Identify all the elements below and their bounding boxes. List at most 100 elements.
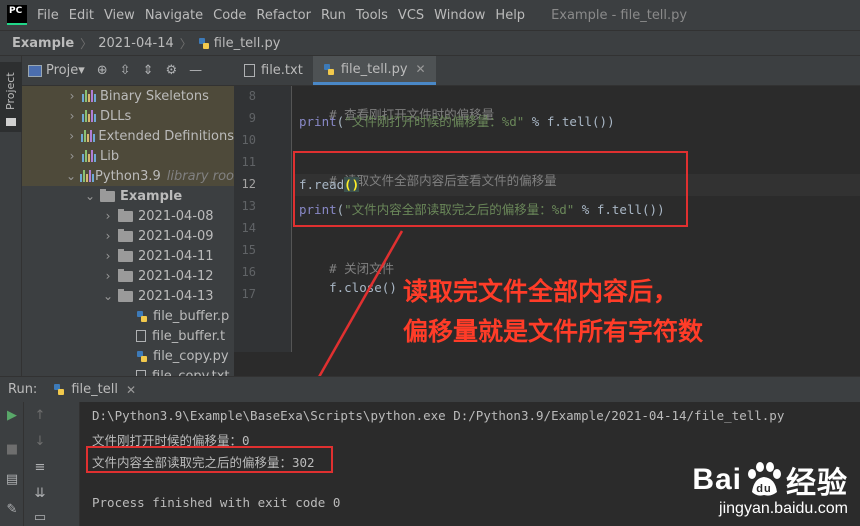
tree-item-label: Binary Skeletons — [100, 88, 209, 104]
code-highlight-box — [293, 151, 688, 227]
line-number: 9 — [248, 111, 256, 125]
line-number: 13 — [241, 199, 256, 213]
layout-icon[interactable]: ▤ — [2, 472, 22, 487]
collapse-all-icon[interactable]: ⇕ — [143, 63, 154, 78]
chevron-right-icon[interactable]: › — [102, 269, 114, 283]
menu-vcs[interactable]: VCS — [398, 8, 424, 23]
editor-gutter: 8 9 10 11 12 13 14 15 16 17 — [234, 86, 292, 352]
project-tool-window-button[interactable]: Project — [0, 62, 22, 132]
menu-run[interactable]: Run — [321, 8, 346, 23]
chevron-right-icon[interactable]: › — [102, 229, 114, 243]
tree-item-label: Example — [120, 188, 183, 204]
breadcrumb-project[interactable]: Example — [12, 36, 74, 51]
chevron-down-icon[interactable]: ⌄ — [102, 289, 114, 303]
tree-item-label: file_copy.py — [153, 348, 229, 364]
line-number: 16 — [241, 265, 256, 279]
console-exit: Process finished with exit code 0 — [92, 495, 341, 510]
menu-view[interactable]: View — [104, 8, 135, 23]
chevron-down-icon[interactable]: ⌄ — [66, 169, 76, 183]
tree-item[interactable]: file_copy.py — [22, 346, 234, 366]
tree-item-label: 2021-04-11 — [138, 248, 214, 264]
code-text: f.close() — [329, 280, 397, 295]
console-command: D:\Python3.9\Example\BaseExa\Scripts\pyt… — [92, 408, 785, 423]
tree-item[interactable]: file_copy.txt — [22, 366, 234, 376]
menu-edit[interactable]: Edit — [69, 8, 94, 23]
stop-icon[interactable]: ■ — [2, 442, 22, 457]
tree-item[interactable]: › 2021-04-08 — [22, 206, 234, 226]
tree-item[interactable]: › DLLs — [22, 106, 234, 126]
python-file-icon — [137, 350, 147, 362]
folder-icon — [118, 268, 133, 282]
soft-wrap-icon[interactable]: ≡ — [30, 460, 50, 475]
tree-item[interactable]: › 2021-04-09 — [22, 226, 234, 246]
chevron-down-icon[interactable]: ⌄ — [84, 189, 96, 203]
tab-file-tell-py[interactable]: file_tell.py ✕ — [312, 56, 436, 85]
output-highlight-box — [86, 446, 333, 473]
menu-navigate[interactable]: Navigate — [145, 8, 203, 23]
tree-item-label: 2021-04-09 — [138, 228, 214, 244]
scroll-down-icon[interactable]: ↓ — [30, 434, 50, 449]
breadcrumb-separator-icon: 〉 — [179, 36, 192, 51]
scroll-to-end-icon[interactable]: ⇊ — [30, 486, 50, 501]
tree-item[interactable]: › Extended Definitions — [22, 126, 234, 146]
locate-icon[interactable]: ⊕ — [97, 63, 108, 78]
project-view-selector[interactable]: Proje▾ — [46, 63, 85, 78]
tab-label: file_tell.py — [340, 61, 408, 77]
tree-item[interactable]: › 2021-04-11 — [22, 246, 234, 266]
run-tab-label: file_tell — [71, 382, 118, 397]
chevron-right-icon[interactable]: › — [66, 89, 78, 103]
tree-item[interactable]: file_buffer.t — [22, 326, 234, 346]
watermark-paw-text: du — [756, 483, 771, 495]
breadcrumb-file[interactable]: file_tell.py — [214, 36, 281, 51]
menu-code[interactable]: Code — [213, 8, 246, 23]
library-icon — [82, 150, 96, 162]
project-tree: › Binary Skeletons › DLLs › Extended Definiti… — [22, 86, 234, 376]
chevron-right-icon[interactable]: › — [66, 129, 77, 143]
tree-item[interactable]: ⌄ 2021-04-13 — [22, 286, 234, 306]
tree-item[interactable]: ⌄ Python3.9 library roo — [22, 166, 234, 186]
gear-icon[interactable]: ⚙ — [165, 63, 177, 78]
baidu-jingyan-watermark: Bai du 经验 jingyan.baidu.com — [692, 458, 848, 518]
run-tab-file-tell[interactable]: file_tell ✕ — [53, 382, 136, 397]
tree-item-label: 2021-04-12 — [138, 268, 214, 284]
tree-item-label: 2021-04-13 — [138, 288, 214, 304]
tree-item-label: Lib — [100, 148, 120, 164]
editor-empty-area — [234, 352, 860, 376]
scroll-up-icon[interactable]: ↑ — [30, 408, 50, 423]
chevron-right-icon[interactable]: › — [66, 109, 78, 123]
breadcrumb-folder[interactable]: 2021-04-14 — [98, 36, 174, 51]
menu-file[interactable]: File — [37, 8, 59, 23]
chevron-right-icon[interactable]: › — [66, 149, 78, 163]
close-icon[interactable]: ✕ — [416, 62, 426, 76]
menu-help[interactable]: Help — [495, 8, 525, 23]
folder-icon — [6, 118, 16, 126]
line-number: 17 — [241, 287, 256, 301]
project-tool-label: Project — [4, 72, 17, 110]
tree-item[interactable]: › Binary Skeletons — [22, 86, 234, 106]
tree-item-label: Python3.9 — [95, 168, 161, 184]
close-icon[interactable]: ✕ — [126, 383, 136, 397]
pin-icon[interactable]: ✎ — [2, 502, 22, 517]
hide-icon[interactable]: — — [189, 63, 202, 78]
tree-item[interactable]: › 2021-04-12 — [22, 266, 234, 286]
chevron-right-icon[interactable]: › — [102, 249, 114, 263]
menu-window[interactable]: Window — [434, 8, 485, 23]
watermark-brand: Bai du 经验 — [692, 458, 848, 502]
print-icon[interactable]: ▭ — [30, 510, 50, 525]
python-file-icon — [323, 63, 334, 75]
watermark-url: jingyan.baidu.com — [719, 500, 848, 517]
tab-label: file.txt — [261, 63, 303, 78]
rerun-icon[interactable]: ▶ — [2, 408, 22, 423]
tab-file-txt[interactable]: file.txt — [234, 56, 313, 85]
project-panel: Proje▾ ⊕ ⇳ ⇕ ⚙ — › Binary Skeletons › DLLs ›… — [22, 56, 234, 376]
tree-item[interactable]: › Lib — [22, 146, 234, 166]
line-number: 11 — [241, 155, 256, 169]
annotation-line-1: 读取完文件全部内容后， — [403, 277, 679, 306]
menu-tools[interactable]: Tools — [356, 8, 388, 23]
tree-item[interactable]: file_buffer.p — [22, 306, 234, 326]
baidu-paw-icon: du — [748, 462, 781, 496]
menu-refactor[interactable]: Refactor — [256, 8, 311, 23]
chevron-right-icon[interactable]: › — [102, 209, 114, 223]
tree-item[interactable]: ⌄ Example — [22, 186, 234, 206]
expand-all-icon[interactable]: ⇳ — [120, 63, 131, 78]
